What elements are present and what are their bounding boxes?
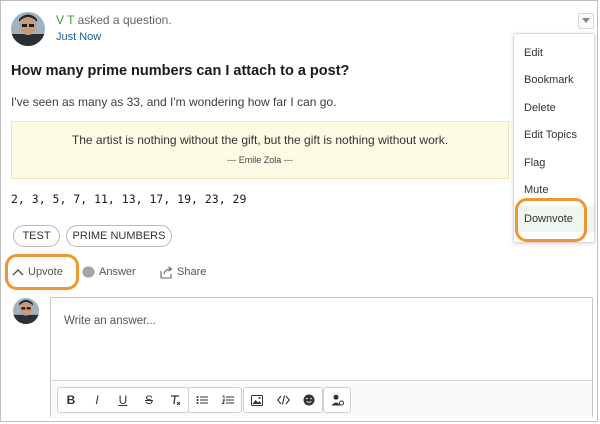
- quote-block: The artist is nothing without the gift, …: [11, 121, 509, 179]
- answer-editor: B I U S: [50, 297, 593, 418]
- answer-button[interactable]: Answer: [82, 263, 136, 281]
- tag-prime-numbers[interactable]: PRIME NUMBERS: [66, 225, 172, 247]
- more-options-button[interactable]: [578, 13, 594, 29]
- numbered-list-icon[interactable]: [215, 388, 241, 412]
- menu-item-flag[interactable]: Flag: [514, 150, 594, 176]
- list-group: [188, 387, 242, 413]
- menu-item-edit-topics[interactable]: Edit Topics: [514, 122, 594, 148]
- share-label: Share: [177, 266, 207, 278]
- menu-item-bookmark[interactable]: Bookmark: [514, 67, 594, 93]
- question-title[interactable]: How many prime numbers can I attach to a…: [11, 63, 349, 79]
- question-card: V T asked a question. Just Now How many …: [0, 0, 598, 422]
- insert-group: [243, 387, 323, 413]
- share-icon: [160, 265, 173, 279]
- author-line: V T asked a question.: [56, 13, 172, 27]
- menu-item-delete[interactable]: Delete: [514, 95, 594, 121]
- upvote-highlight-ring: [5, 254, 79, 290]
- code-icon[interactable]: [270, 388, 296, 412]
- image-icon[interactable]: [244, 388, 270, 412]
- underline-icon[interactable]: U: [110, 388, 136, 412]
- emoji-icon[interactable]: [296, 388, 322, 412]
- share-button[interactable]: Share: [159, 263, 206, 281]
- author-name[interactable]: V T: [56, 13, 74, 27]
- italic-icon[interactable]: I: [84, 388, 110, 412]
- strikethrough-icon[interactable]: S: [136, 388, 162, 412]
- speech-bubble-icon: [82, 266, 95, 278]
- quote-attribution: --- Emile Zola ---: [227, 155, 293, 165]
- answer-label: Answer: [99, 266, 136, 278]
- bold-icon[interactable]: B: [58, 388, 84, 412]
- downvote-highlight-ring: [515, 198, 587, 242]
- clear-format-icon[interactable]: [162, 388, 188, 412]
- author-avatar[interactable]: [11, 12, 45, 46]
- post-timestamp[interactable]: Just Now: [56, 31, 101, 43]
- prime-numbers-text: 2, 3, 5, 7, 11, 13, 17, 19, 23, 29: [11, 192, 247, 206]
- text-format-group: B I U S: [57, 387, 189, 413]
- tag-test[interactable]: TEST: [13, 225, 60, 247]
- chevron-down-icon: [582, 18, 590, 23]
- answer-input[interactable]: [64, 315, 564, 327]
- author-action-text: asked a question.: [77, 13, 172, 27]
- mention-group: [323, 387, 351, 413]
- quote-text: The artist is nothing without the gift, …: [71, 133, 449, 147]
- current-user-avatar: [13, 298, 39, 324]
- editor-toolbar: B I U S: [51, 380, 592, 418]
- bullet-list-icon[interactable]: [189, 388, 215, 412]
- mention-icon[interactable]: [324, 388, 350, 412]
- question-body: I've seen as many as 33, and I'm wonderi…: [11, 95, 337, 109]
- menu-item-edit[interactable]: Edit: [514, 40, 594, 66]
